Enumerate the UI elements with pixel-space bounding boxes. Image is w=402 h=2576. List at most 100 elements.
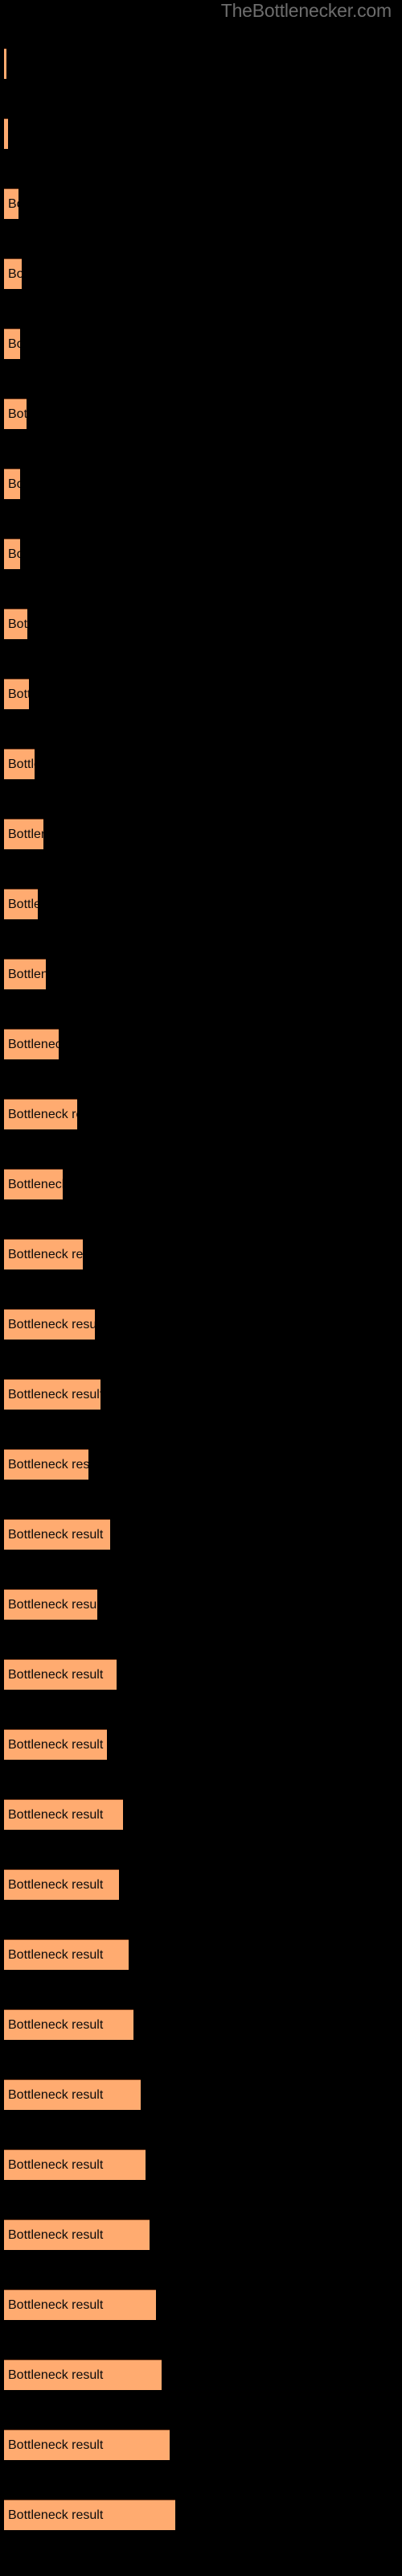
bar-label: Bottleneck result [8,266,22,281]
bar: Bottleneck result [4,1589,97,1620]
bar-row: Bottleneck result [0,48,402,80]
bar-row: Bottleneck result [0,1869,402,1901]
bar-label: Bottleneck result [8,1597,97,1612]
bar-row: Bottleneck result [0,749,402,780]
bar-label: Bottleneck result [8,1457,88,1472]
bar-row: Bottleneck result [0,959,402,990]
bar-row: Bottleneck result [0,2009,402,2041]
bar: Bottleneck result [4,2009,133,2040]
bar-label: Bottleneck result [8,1947,104,1962]
bar-label: Bottleneck result [8,1177,63,1191]
bar-row: Bottleneck result [0,1799,402,1831]
bar-label: Bottleneck result [8,1667,104,1682]
bar-label: Bottleneck result [8,196,18,211]
bar-label: Bottleneck result [8,2438,104,2452]
bar: Bottleneck result [4,1659,117,1690]
bar-label: Bottleneck result [8,967,46,981]
bar: Bottleneck result [4,1519,110,1550]
bar-row: Bottleneck result [0,819,402,850]
bar-row: Bottleneck result [0,2149,402,2181]
bar-row: Bottleneck result [0,2289,402,2321]
bar: Bottleneck result [4,2359,162,2390]
bar-label: Bottleneck result [8,2157,104,2172]
bar-label: Bottleneck result [8,407,27,421]
bar-label: Bottleneck result [8,1527,104,1542]
bar-row: Bottleneck result [0,539,402,570]
bar: Bottleneck result [4,2149,146,2180]
bar-label: Bottleneck result [8,757,35,771]
bar-label: Bottleneck result [8,2227,104,2242]
bar-row: Bottleneck result [0,1239,402,1270]
bar-row: Bottleneck result [0,1379,402,1410]
bar-label: Bottleneck result [8,617,27,631]
bar: Bottleneck result [4,1939,129,1970]
bar-plot-area: Bottleneck result Bottleneck result Bottle… [0,0,402,2576]
bar-row: Bottleneck result [0,2359,402,2391]
bottleneck-chart-root: TheBottlenecker.com Bottleneck resultBot… [0,0,402,2576]
bar-row: Bottleneck result [0,2079,402,2111]
bar-row: Bottleneck result [0,2500,402,2531]
bar: Bottleneck result [4,1729,107,1760]
bar-row: Bottleneck result [0,188,402,220]
bar-row: Bottleneck result [0,2429,402,2461]
bar: Bottleneck result [4,889,38,919]
bar-label: Bottleneck result [8,477,20,491]
bar-label: Bottleneck result [8,1247,83,1261]
bar-row: Bottleneck result [0,1659,402,1690]
bar-label: Bottleneck result [8,1037,59,1051]
bar: Bottleneck result [4,2500,175,2530]
bar: Bottleneck result [4,328,20,359]
bar-row: Bottleneck result [0,679,402,710]
bar-label: Bottleneck result [8,2508,104,2522]
bar: Bottleneck result [4,258,22,289]
bar-label: Bottleneck result [8,1387,100,1402]
bar: Bottleneck result [4,959,46,989]
bar-label: Bottleneck result [8,547,20,561]
bar: Bottleneck result [4,469,20,499]
bar: Bottleneck result [4,749,35,779]
bar-label: Bottleneck result [8,1317,95,1331]
bar: Bottleneck result [4,398,27,429]
bar-label: Bottleneck result [8,1807,104,1822]
bar: Bottleneck result [4,48,6,79]
bar-row: Bottleneck result [0,609,402,640]
bar-label: Bottleneck result [8,2297,104,2312]
bar: Bottleneck result [4,118,8,149]
bar-row: Bottleneck result [0,469,402,500]
bar: Bottleneck result [4,819,43,849]
bar-label: Bottleneck result [8,1107,77,1121]
bar-label: Bottleneck result [8,827,43,841]
bar: Bottleneck result [4,1099,77,1129]
bar: Bottleneck result [4,2429,170,2460]
bar-row: Bottleneck result [0,1939,402,1971]
bar: Bottleneck result [4,609,27,639]
bar-row: Bottleneck result [0,328,402,360]
bar: Bottleneck result [4,2219,150,2250]
bar-label: Bottleneck result [8,1877,104,1892]
bar-row: Bottleneck result [0,1449,402,1480]
bar-row: Bottleneck result [0,1169,402,1200]
bar-label: Bottleneck result [8,1737,104,1752]
bar: Bottleneck result [4,2079,141,2110]
bar-row: Bottleneck result [0,118,402,150]
bar-row: Bottleneck result [0,1029,402,1060]
bar-label: Bottleneck result [8,897,38,911]
bar: Bottleneck result [4,679,29,709]
bar-row: Bottleneck result [0,1099,402,1130]
bar: Bottleneck result [4,1379,100,1410]
bar-label: Bottleneck result [8,687,29,701]
bar: Bottleneck result [4,539,20,569]
bar-row: Bottleneck result [0,889,402,920]
bar: Bottleneck result [4,1029,59,1059]
bar: Bottleneck result [4,1799,123,1830]
bar-label: Bottleneck result [8,336,20,351]
bar-row: Bottleneck result [0,1519,402,1550]
bar: Bottleneck result [4,1449,88,1480]
bar-row: Bottleneck result [0,258,402,290]
bar: Bottleneck result [4,1169,63,1199]
bar: Bottleneck result [4,1309,95,1340]
bar-row: Bottleneck result [0,1309,402,1340]
bar: Bottleneck result [4,1239,83,1269]
bar-label: Bottleneck result [8,2087,104,2102]
bar-label: Bottleneck result [8,2017,104,2032]
